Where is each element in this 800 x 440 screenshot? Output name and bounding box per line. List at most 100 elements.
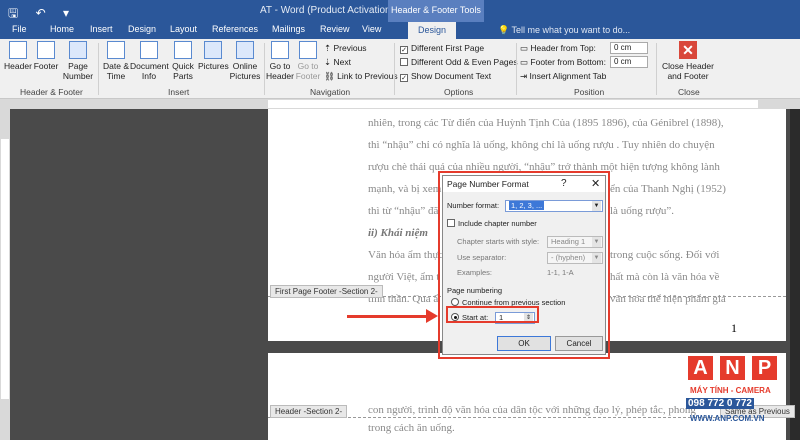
text-line: văn hóa thể hiện phẩm giá	[610, 293, 726, 305]
header-button[interactable]: Header	[4, 41, 32, 71]
tab-references[interactable]: References	[212, 24, 258, 34]
page-number-field[interactable]: 1	[731, 321, 737, 336]
next-button[interactable]: ⇣ Next	[324, 57, 351, 68]
examples-value: 1-1, 1-A	[547, 268, 574, 277]
footer-position-icon: ▭	[520, 57, 531, 67]
cancel-button[interactable]: Cancel	[555, 336, 603, 351]
undo-icon[interactable]: ↶	[36, 6, 46, 20]
footer-from-bottom-input[interactable]: 0 cm	[610, 56, 648, 68]
group-label-position: Position	[574, 87, 605, 97]
go-to-footer-icon	[299, 41, 317, 59]
header-position-icon: ▭	[520, 43, 531, 53]
group-separator	[264, 43, 265, 95]
tab-layout[interactable]: Layout	[170, 24, 197, 34]
number-format-select[interactable]: 1, 2, 3, ... ▼	[505, 200, 603, 212]
link-to-previous-button[interactable]: ⛓ Link to Previous	[324, 71, 398, 82]
footer-icon	[37, 41, 55, 59]
close-header-footer-button[interactable]: ✕ Close Header and Footer	[660, 41, 716, 81]
ok-button[interactable]: OK	[497, 336, 551, 351]
footer-section-tag: First Page Footer -Section 2-	[270, 285, 383, 298]
chapter-style-select[interactable]: Heading 1 ▼	[547, 236, 603, 248]
dialog-title: Page Number Format	[447, 179, 529, 189]
examples-label: Examples:	[457, 268, 493, 277]
text-line: là uống rượu”.	[610, 205, 675, 217]
annotation-arrow-head	[426, 309, 438, 323]
pictures-button[interactable]: Pictures	[198, 41, 229, 71]
date-time-button[interactable]: Date & Time	[102, 41, 130, 81]
tab-view[interactable]: View	[362, 24, 381, 34]
start-at-highlight	[446, 306, 539, 323]
page-number-format-dialog: Page Number Format ? ✕ Number format: 1,…	[442, 175, 606, 355]
include-chapter-checkbox[interactable]: Include chapter number	[447, 219, 537, 228]
picture-icon	[204, 41, 222, 59]
tab-insert[interactable]: Insert	[90, 24, 113, 34]
quick-parts-button[interactable]: Quick Parts	[168, 41, 198, 81]
body-text-right: ển của Thanh Nghị (1952) là uống rượu”. …	[610, 178, 760, 310]
logo-tagline: MÁY TÍNH - CAMERA	[690, 386, 771, 395]
help-icon[interactable]: ?	[561, 178, 567, 189]
text-line: ển của Thanh Nghị (1952)	[610, 183, 726, 195]
group-label-insert: Insert	[168, 87, 190, 97]
logo-letter: N	[720, 356, 745, 380]
go-to-header-button[interactable]: Go to Header	[266, 41, 294, 81]
header-icon	[9, 41, 27, 59]
dropdown-icon[interactable]: ▾	[63, 6, 69, 20]
checkmark-icon: ✓	[400, 46, 408, 54]
group-separator	[394, 43, 395, 95]
tab-design[interactable]: Design	[128, 24, 156, 34]
online-picture-icon	[236, 41, 254, 59]
ribbon: Header Footer Page Number Header & Foote…	[0, 39, 800, 99]
document-info-button[interactable]: Document Info	[130, 41, 169, 81]
checkmark-icon: ✓	[400, 74, 408, 82]
number-format-value: 1, 2, 3, ...	[509, 201, 545, 210]
link-icon: ⛓	[324, 71, 338, 81]
ribbon-tabs: File Home Insert Design Layout Reference…	[0, 22, 800, 39]
chevron-down-icon: ▼	[592, 201, 601, 211]
footer-from-bottom-label: ▭ Footer from Bottom:	[520, 57, 606, 67]
tell-me-box[interactable]: 💡 Tell me what you want to do...	[498, 25, 630, 36]
previous-button[interactable]: ⇡ Previous	[324, 43, 367, 54]
tab-header-footer-design[interactable]: Design	[408, 22, 457, 39]
close-icon[interactable]: ✕	[591, 177, 600, 190]
group-label-options: Options	[444, 87, 474, 97]
footer-button[interactable]: Footer	[32, 41, 60, 71]
header-from-top-input[interactable]: 0 cm	[610, 42, 648, 54]
separator-select[interactable]: - (hyphen) ▼	[547, 252, 603, 264]
save-icon[interactable]: 🖫	[8, 6, 18, 20]
page-numbering-label: Page numbering	[447, 286, 503, 295]
number-format-label: Number format:	[447, 201, 500, 210]
logo-phone: 098 772 0 772	[686, 398, 754, 409]
different-first-page-checkbox[interactable]: ✓ Different First Page	[400, 43, 484, 54]
tab-file[interactable]: File	[12, 24, 27, 34]
group-label-header-footer: Header & Footer	[20, 87, 83, 97]
word-window: 🖫 ↶ ▾ AT - Word (Product Activation Fail…	[0, 0, 800, 440]
text-line: nhiên, trong các Từ điển của Huỳnh Tịnh …	[368, 117, 724, 129]
quick-parts-icon	[174, 41, 192, 59]
title-bar: 🖫 ↶ ▾ AT - Word (Product Activation Fail…	[0, 0, 800, 22]
text-line: hất mà còn là văn hóa về	[610, 271, 720, 283]
tab-home[interactable]: Home	[50, 24, 74, 34]
tab-mailings[interactable]: Mailings	[272, 24, 305, 34]
horizontal-ruler[interactable]	[0, 99, 800, 109]
anp-logo: A N P MÁY TÍNH - CAMERA 098 772 0 772 WW…	[684, 356, 790, 432]
go-to-footer-button[interactable]: Go to Footer	[294, 41, 322, 81]
group-separator	[516, 43, 517, 95]
next-page-text[interactable]: con người, trình độ văn hóa của dân tộc …	[368, 399, 698, 439]
tab-review[interactable]: Review	[320, 24, 350, 34]
lightbulb-icon: 💡	[498, 25, 512, 35]
context-tab-group: Header & Footer Tools	[388, 0, 484, 22]
show-document-text-checkbox[interactable]: ✓ Show Document Text	[400, 71, 491, 82]
vertical-ruler[interactable]	[0, 109, 10, 440]
insert-alignment-tab-button[interactable]: ⇥ Insert Alignment Tab	[520, 71, 606, 82]
page-number-button[interactable]: Page Number	[62, 41, 94, 81]
text-line: thì “nhậu” chỉ có nghĩa là uống, không c…	[368, 139, 715, 151]
close-icon: ✕	[679, 41, 697, 59]
dialog-title-bar[interactable]: Page Number Format ? ✕	[443, 176, 605, 192]
chevron-down-icon: ▼	[592, 253, 601, 263]
calendar-icon	[107, 41, 125, 59]
header-from-top-label: ▭ Header from Top:	[520, 43, 596, 53]
group-separator	[98, 43, 99, 95]
header-section-tag: Header -Section 2-	[270, 405, 348, 418]
different-odd-even-checkbox[interactable]: Different Odd & Even Pages	[400, 57, 518, 67]
online-pictures-button[interactable]: Online Pictures	[228, 41, 262, 81]
